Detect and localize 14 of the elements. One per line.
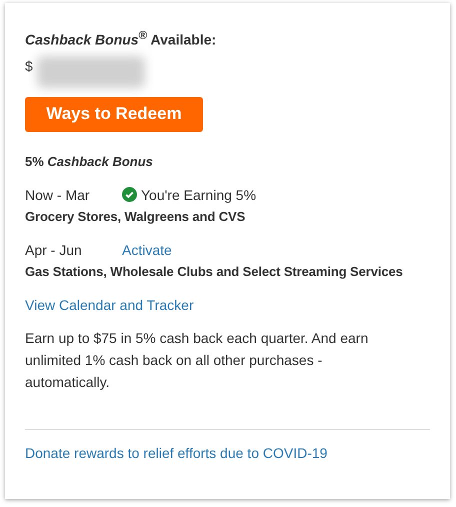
period-label: Apr - Jun [25, 242, 83, 258]
description-text: Earn up to $75 in 5% cash back each quarter. And earn unlimited 1% cash back on all other purchases - automatically. [25, 328, 370, 392]
donate-link[interactable]: Donate rewards to relief efforts due to COVID-19 [25, 444, 328, 461]
balance-heading: Cashback Bonus$^{®}$ Available: [25, 29, 216, 48]
redeem-button[interactable]: Ways to Redeem [25, 96, 203, 132]
calendar-link[interactable]: View Calendar and Tracker [25, 296, 194, 313]
category-list: Grocery Stores, Walgreens and CVS [25, 208, 246, 224]
check-circle-icon [122, 187, 137, 202]
activate-link[interactable]: Activate [122, 242, 172, 258]
bonus-title: 5% Cashback Bonus [25, 154, 153, 169]
currency-symbol: $ [25, 58, 33, 74]
period-label: Now - Mar [25, 186, 91, 203]
category-list: Gas Stations, Wholesale Clubs and Select Streaming Services [25, 264, 403, 279]
earning-status: You're Earning 5% [141, 186, 256, 203]
